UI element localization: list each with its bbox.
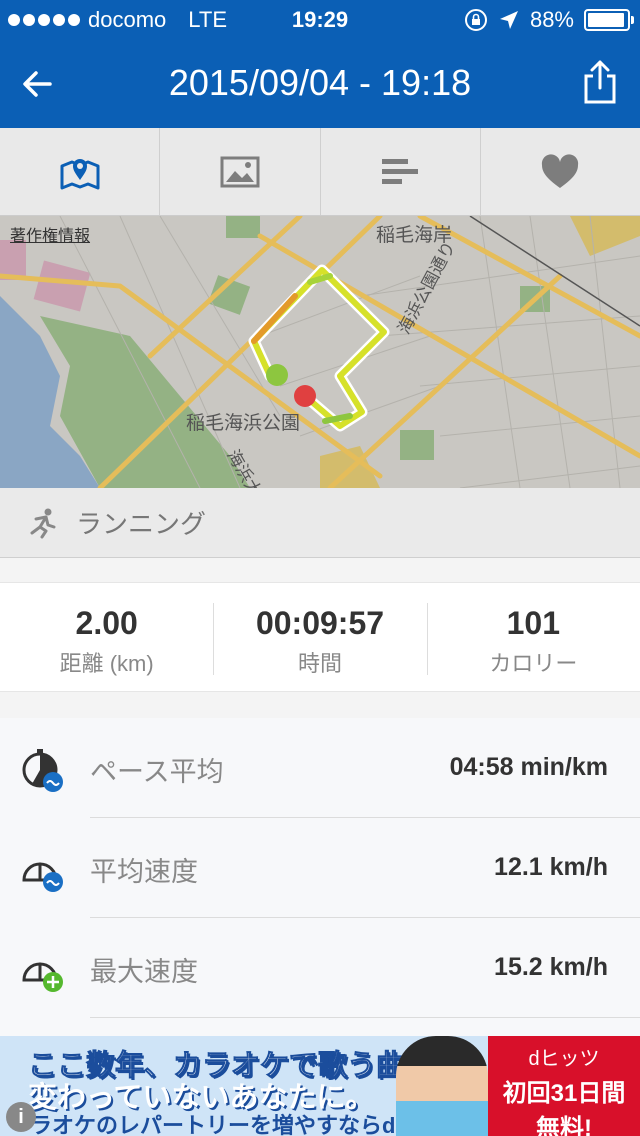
- ad-person-image: [396, 1036, 488, 1136]
- runner-icon: [30, 508, 56, 538]
- carrier-name: docomo: [88, 7, 167, 32]
- ad-offer-2: 無料!: [536, 1115, 592, 1136]
- navigation-bar: 2015/09/04 - 19:18: [0, 40, 640, 128]
- map-label-park: 稲毛海浜公園: [186, 413, 301, 434]
- detail-list: ペース平均 04:58 min/km 平均速度 12.1 km/h 最大速度 1…: [0, 718, 640, 1038]
- ad-info-icon[interactable]: i: [6, 1102, 36, 1132]
- stat-label: 距離 (km): [59, 651, 154, 676]
- tab-map[interactable]: [0, 128, 161, 215]
- max-speed-icon: [22, 962, 63, 992]
- pace-average-icon: [22, 749, 63, 792]
- stat-value: 00:09:57: [255, 605, 385, 641]
- stat-calories: 101 カロリー: [426, 583, 640, 691]
- stat-distance: 2.00 距離 (km): [0, 583, 213, 691]
- tab-photo[interactable]: [160, 128, 321, 215]
- share-icon[interactable]: [580, 58, 620, 106]
- route-map[interactable]: 著作権情報 稲毛海岸 海浜公園通り 稲毛海浜公園 海浜大: [0, 216, 640, 488]
- detail-label: 最大速度: [90, 957, 198, 987]
- activity-type-bar[interactable]: ランニング: [0, 488, 640, 558]
- detail-value: 04:58 min/km: [449, 753, 608, 781]
- stat-label: カロリー: [489, 651, 578, 676]
- stat-value: 2.00: [75, 605, 138, 641]
- location-arrow-icon: [499, 11, 518, 29]
- list-item-average-speed: 平均速度 12.1 km/h: [0, 818, 640, 918]
- detail-label: ペース平均: [90, 757, 224, 787]
- battery-percent: 88%: [529, 7, 574, 32]
- signal-strength-icon: [8, 14, 80, 26]
- map-copyright-link[interactable]: 著作権情報: [10, 222, 90, 246]
- stat-duration: 00:09:57 時間: [213, 583, 426, 691]
- heart-icon: [542, 153, 579, 188]
- tab-favorite[interactable]: [481, 128, 640, 215]
- route-end-marker: [294, 385, 316, 407]
- stat-value: 101: [506, 605, 561, 641]
- stat-label: 時間: [297, 651, 342, 676]
- activity-type-label: ランニング: [76, 509, 207, 539]
- detail-value: 12.1 km/h: [494, 853, 608, 881]
- rotation-lock-icon: [464, 9, 487, 31]
- map-pin-icon: [60, 158, 100, 189]
- list-item-max-speed: 最大速度 15.2 km/h: [0, 918, 640, 1018]
- back-arrow-icon[interactable]: [18, 64, 58, 104]
- detail-label: 平均速度: [90, 857, 198, 887]
- average-speed-icon: [22, 862, 63, 892]
- detail-value: 15.2 km/h: [494, 953, 608, 981]
- battery-icon: [584, 9, 634, 31]
- network-type: LTE: [188, 7, 227, 32]
- list-item-average-pace: ペース平均 04:58 min/km: [0, 718, 640, 818]
- page-title: 2015/09/04 - 19:18: [168, 62, 472, 103]
- route-start-marker: [266, 364, 288, 386]
- ad-offer-badge: dヒッツ 初回31日間 無料!: [488, 1036, 640, 1136]
- bars-icon: [382, 158, 419, 184]
- map-canvas: [0, 216, 640, 488]
- status-bar: docomo LTE 19:29 88%: [0, 0, 640, 40]
- ad-offer-1: 初回31日間: [502, 1080, 626, 1107]
- ad-brand: dヒッツ: [528, 1048, 600, 1070]
- tab-splits[interactable]: [321, 128, 481, 215]
- detail-tab-bar: [0, 128, 640, 216]
- image-icon: [220, 156, 260, 187]
- ad-banner[interactable]: ここ数年、カラオケで歌う曲が 変わっていないあなたに。 ラオケのレパートリーを増…: [0, 1036, 640, 1136]
- summary-stats: 2.00 距離 (km) 00:09:57 時間 101 カロリー: [0, 582, 640, 692]
